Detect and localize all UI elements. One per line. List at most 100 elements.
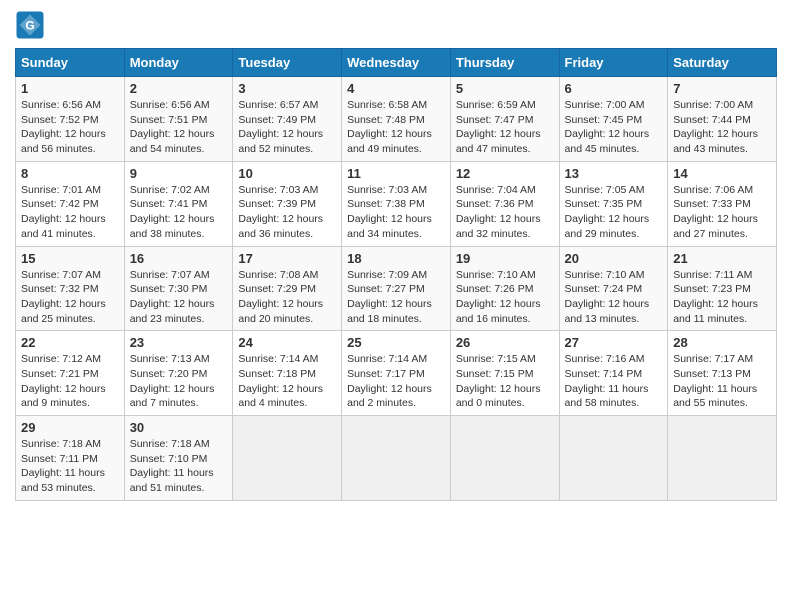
day-info: Sunrise: 6:58 AM Sunset: 7:48 PM Dayligh… [347, 98, 445, 157]
day-number: 21 [673, 251, 771, 266]
day-info: Sunrise: 7:10 AM Sunset: 7:26 PM Dayligh… [456, 268, 554, 327]
calendar-cell: 19 Sunrise: 7:10 AM Sunset: 7:26 PM Dayl… [450, 246, 559, 331]
calendar-cell: 8 Sunrise: 7:01 AM Sunset: 7:42 PM Dayli… [16, 161, 125, 246]
day-info: Sunrise: 7:13 AM Sunset: 7:20 PM Dayligh… [130, 352, 228, 411]
day-info: Sunrise: 6:57 AM Sunset: 7:49 PM Dayligh… [238, 98, 336, 157]
day-info: Sunrise: 7:07 AM Sunset: 7:30 PM Dayligh… [130, 268, 228, 327]
day-number: 26 [456, 335, 554, 350]
day-info: Sunrise: 7:18 AM Sunset: 7:10 PM Dayligh… [130, 437, 228, 496]
day-info: Sunrise: 7:07 AM Sunset: 7:32 PM Dayligh… [21, 268, 119, 327]
calendar-cell: 10 Sunrise: 7:03 AM Sunset: 7:39 PM Dayl… [233, 161, 342, 246]
day-info: Sunrise: 7:03 AM Sunset: 7:38 PM Dayligh… [347, 183, 445, 242]
day-info: Sunrise: 7:11 AM Sunset: 7:23 PM Dayligh… [673, 268, 771, 327]
day-info: Sunrise: 7:15 AM Sunset: 7:15 PM Dayligh… [456, 352, 554, 411]
calendar-cell [450, 416, 559, 501]
calendar-cell [559, 416, 668, 501]
header-day-sunday: Sunday [16, 49, 125, 77]
day-number: 22 [21, 335, 119, 350]
calendar-cell: 9 Sunrise: 7:02 AM Sunset: 7:41 PM Dayli… [124, 161, 233, 246]
day-number: 3 [238, 81, 336, 96]
day-number: 23 [130, 335, 228, 350]
header-day-tuesday: Tuesday [233, 49, 342, 77]
calendar-week-5: 29 Sunrise: 7:18 AM Sunset: 7:11 PM Dayl… [16, 416, 777, 501]
day-number: 27 [565, 335, 663, 350]
day-number: 7 [673, 81, 771, 96]
day-number: 6 [565, 81, 663, 96]
calendar-cell: 5 Sunrise: 6:59 AM Sunset: 7:47 PM Dayli… [450, 77, 559, 162]
day-info: Sunrise: 7:02 AM Sunset: 7:41 PM Dayligh… [130, 183, 228, 242]
day-number: 24 [238, 335, 336, 350]
day-number: 2 [130, 81, 228, 96]
day-info: Sunrise: 7:04 AM Sunset: 7:36 PM Dayligh… [456, 183, 554, 242]
day-info: Sunrise: 7:17 AM Sunset: 7:13 PM Dayligh… [673, 352, 771, 411]
calendar-cell: 18 Sunrise: 7:09 AM Sunset: 7:27 PM Dayl… [342, 246, 451, 331]
day-info: Sunrise: 7:10 AM Sunset: 7:24 PM Dayligh… [565, 268, 663, 327]
day-number: 12 [456, 166, 554, 181]
day-info: Sunrise: 6:56 AM Sunset: 7:51 PM Dayligh… [130, 98, 228, 157]
header-day-wednesday: Wednesday [342, 49, 451, 77]
day-number: 19 [456, 251, 554, 266]
calendar-table: SundayMondayTuesdayWednesdayThursdayFrid… [15, 48, 777, 501]
logo: G [15, 10, 49, 40]
svg-text:G: G [25, 19, 34, 33]
calendar-week-2: 8 Sunrise: 7:01 AM Sunset: 7:42 PM Dayli… [16, 161, 777, 246]
calendar-cell: 2 Sunrise: 6:56 AM Sunset: 7:51 PM Dayli… [124, 77, 233, 162]
day-number: 8 [21, 166, 119, 181]
day-info: Sunrise: 7:05 AM Sunset: 7:35 PM Dayligh… [565, 183, 663, 242]
calendar-cell: 29 Sunrise: 7:18 AM Sunset: 7:11 PM Dayl… [16, 416, 125, 501]
calendar-cell: 3 Sunrise: 6:57 AM Sunset: 7:49 PM Dayli… [233, 77, 342, 162]
calendar-cell [668, 416, 777, 501]
day-number: 20 [565, 251, 663, 266]
calendar-cell: 30 Sunrise: 7:18 AM Sunset: 7:10 PM Dayl… [124, 416, 233, 501]
day-info: Sunrise: 7:12 AM Sunset: 7:21 PM Dayligh… [21, 352, 119, 411]
day-info: Sunrise: 7:03 AM Sunset: 7:39 PM Dayligh… [238, 183, 336, 242]
day-info: Sunrise: 6:56 AM Sunset: 7:52 PM Dayligh… [21, 98, 119, 157]
day-number: 17 [238, 251, 336, 266]
calendar-cell: 27 Sunrise: 7:16 AM Sunset: 7:14 PM Dayl… [559, 331, 668, 416]
calendar-week-3: 15 Sunrise: 7:07 AM Sunset: 7:32 PM Dayl… [16, 246, 777, 331]
day-info: Sunrise: 7:01 AM Sunset: 7:42 PM Dayligh… [21, 183, 119, 242]
header-day-saturday: Saturday [668, 49, 777, 77]
calendar-cell: 7 Sunrise: 7:00 AM Sunset: 7:44 PM Dayli… [668, 77, 777, 162]
day-number: 16 [130, 251, 228, 266]
day-number: 25 [347, 335, 445, 350]
calendar-cell: 25 Sunrise: 7:14 AM Sunset: 7:17 PM Dayl… [342, 331, 451, 416]
calendar-cell: 4 Sunrise: 6:58 AM Sunset: 7:48 PM Dayli… [342, 77, 451, 162]
day-info: Sunrise: 7:18 AM Sunset: 7:11 PM Dayligh… [21, 437, 119, 496]
header-day-thursday: Thursday [450, 49, 559, 77]
day-info: Sunrise: 7:06 AM Sunset: 7:33 PM Dayligh… [673, 183, 771, 242]
calendar-cell: 14 Sunrise: 7:06 AM Sunset: 7:33 PM Dayl… [668, 161, 777, 246]
calendar-week-4: 22 Sunrise: 7:12 AM Sunset: 7:21 PM Dayl… [16, 331, 777, 416]
header-day-friday: Friday [559, 49, 668, 77]
calendar-cell: 13 Sunrise: 7:05 AM Sunset: 7:35 PM Dayl… [559, 161, 668, 246]
day-number: 10 [238, 166, 336, 181]
logo-icon: G [15, 10, 45, 40]
day-info: Sunrise: 7:14 AM Sunset: 7:17 PM Dayligh… [347, 352, 445, 411]
day-number: 29 [21, 420, 119, 435]
day-number: 14 [673, 166, 771, 181]
day-number: 1 [21, 81, 119, 96]
calendar-cell: 20 Sunrise: 7:10 AM Sunset: 7:24 PM Dayl… [559, 246, 668, 331]
calendar-cell [342, 416, 451, 501]
calendar-cell: 17 Sunrise: 7:08 AM Sunset: 7:29 PM Dayl… [233, 246, 342, 331]
header-day-monday: Monday [124, 49, 233, 77]
calendar-cell: 6 Sunrise: 7:00 AM Sunset: 7:45 PM Dayli… [559, 77, 668, 162]
calendar-cell: 24 Sunrise: 7:14 AM Sunset: 7:18 PM Dayl… [233, 331, 342, 416]
day-number: 5 [456, 81, 554, 96]
day-number: 30 [130, 420, 228, 435]
calendar-cell: 12 Sunrise: 7:04 AM Sunset: 7:36 PM Dayl… [450, 161, 559, 246]
calendar-cell: 28 Sunrise: 7:17 AM Sunset: 7:13 PM Dayl… [668, 331, 777, 416]
day-info: Sunrise: 7:16 AM Sunset: 7:14 PM Dayligh… [565, 352, 663, 411]
day-info: Sunrise: 7:08 AM Sunset: 7:29 PM Dayligh… [238, 268, 336, 327]
day-info: Sunrise: 6:59 AM Sunset: 7:47 PM Dayligh… [456, 98, 554, 157]
day-info: Sunrise: 7:00 AM Sunset: 7:45 PM Dayligh… [565, 98, 663, 157]
calendar-cell: 22 Sunrise: 7:12 AM Sunset: 7:21 PM Dayl… [16, 331, 125, 416]
calendar-cell: 11 Sunrise: 7:03 AM Sunset: 7:38 PM Dayl… [342, 161, 451, 246]
calendar-week-1: 1 Sunrise: 6:56 AM Sunset: 7:52 PM Dayli… [16, 77, 777, 162]
day-number: 13 [565, 166, 663, 181]
day-info: Sunrise: 7:09 AM Sunset: 7:27 PM Dayligh… [347, 268, 445, 327]
calendar-cell: 23 Sunrise: 7:13 AM Sunset: 7:20 PM Dayl… [124, 331, 233, 416]
day-number: 9 [130, 166, 228, 181]
day-number: 18 [347, 251, 445, 266]
day-number: 11 [347, 166, 445, 181]
